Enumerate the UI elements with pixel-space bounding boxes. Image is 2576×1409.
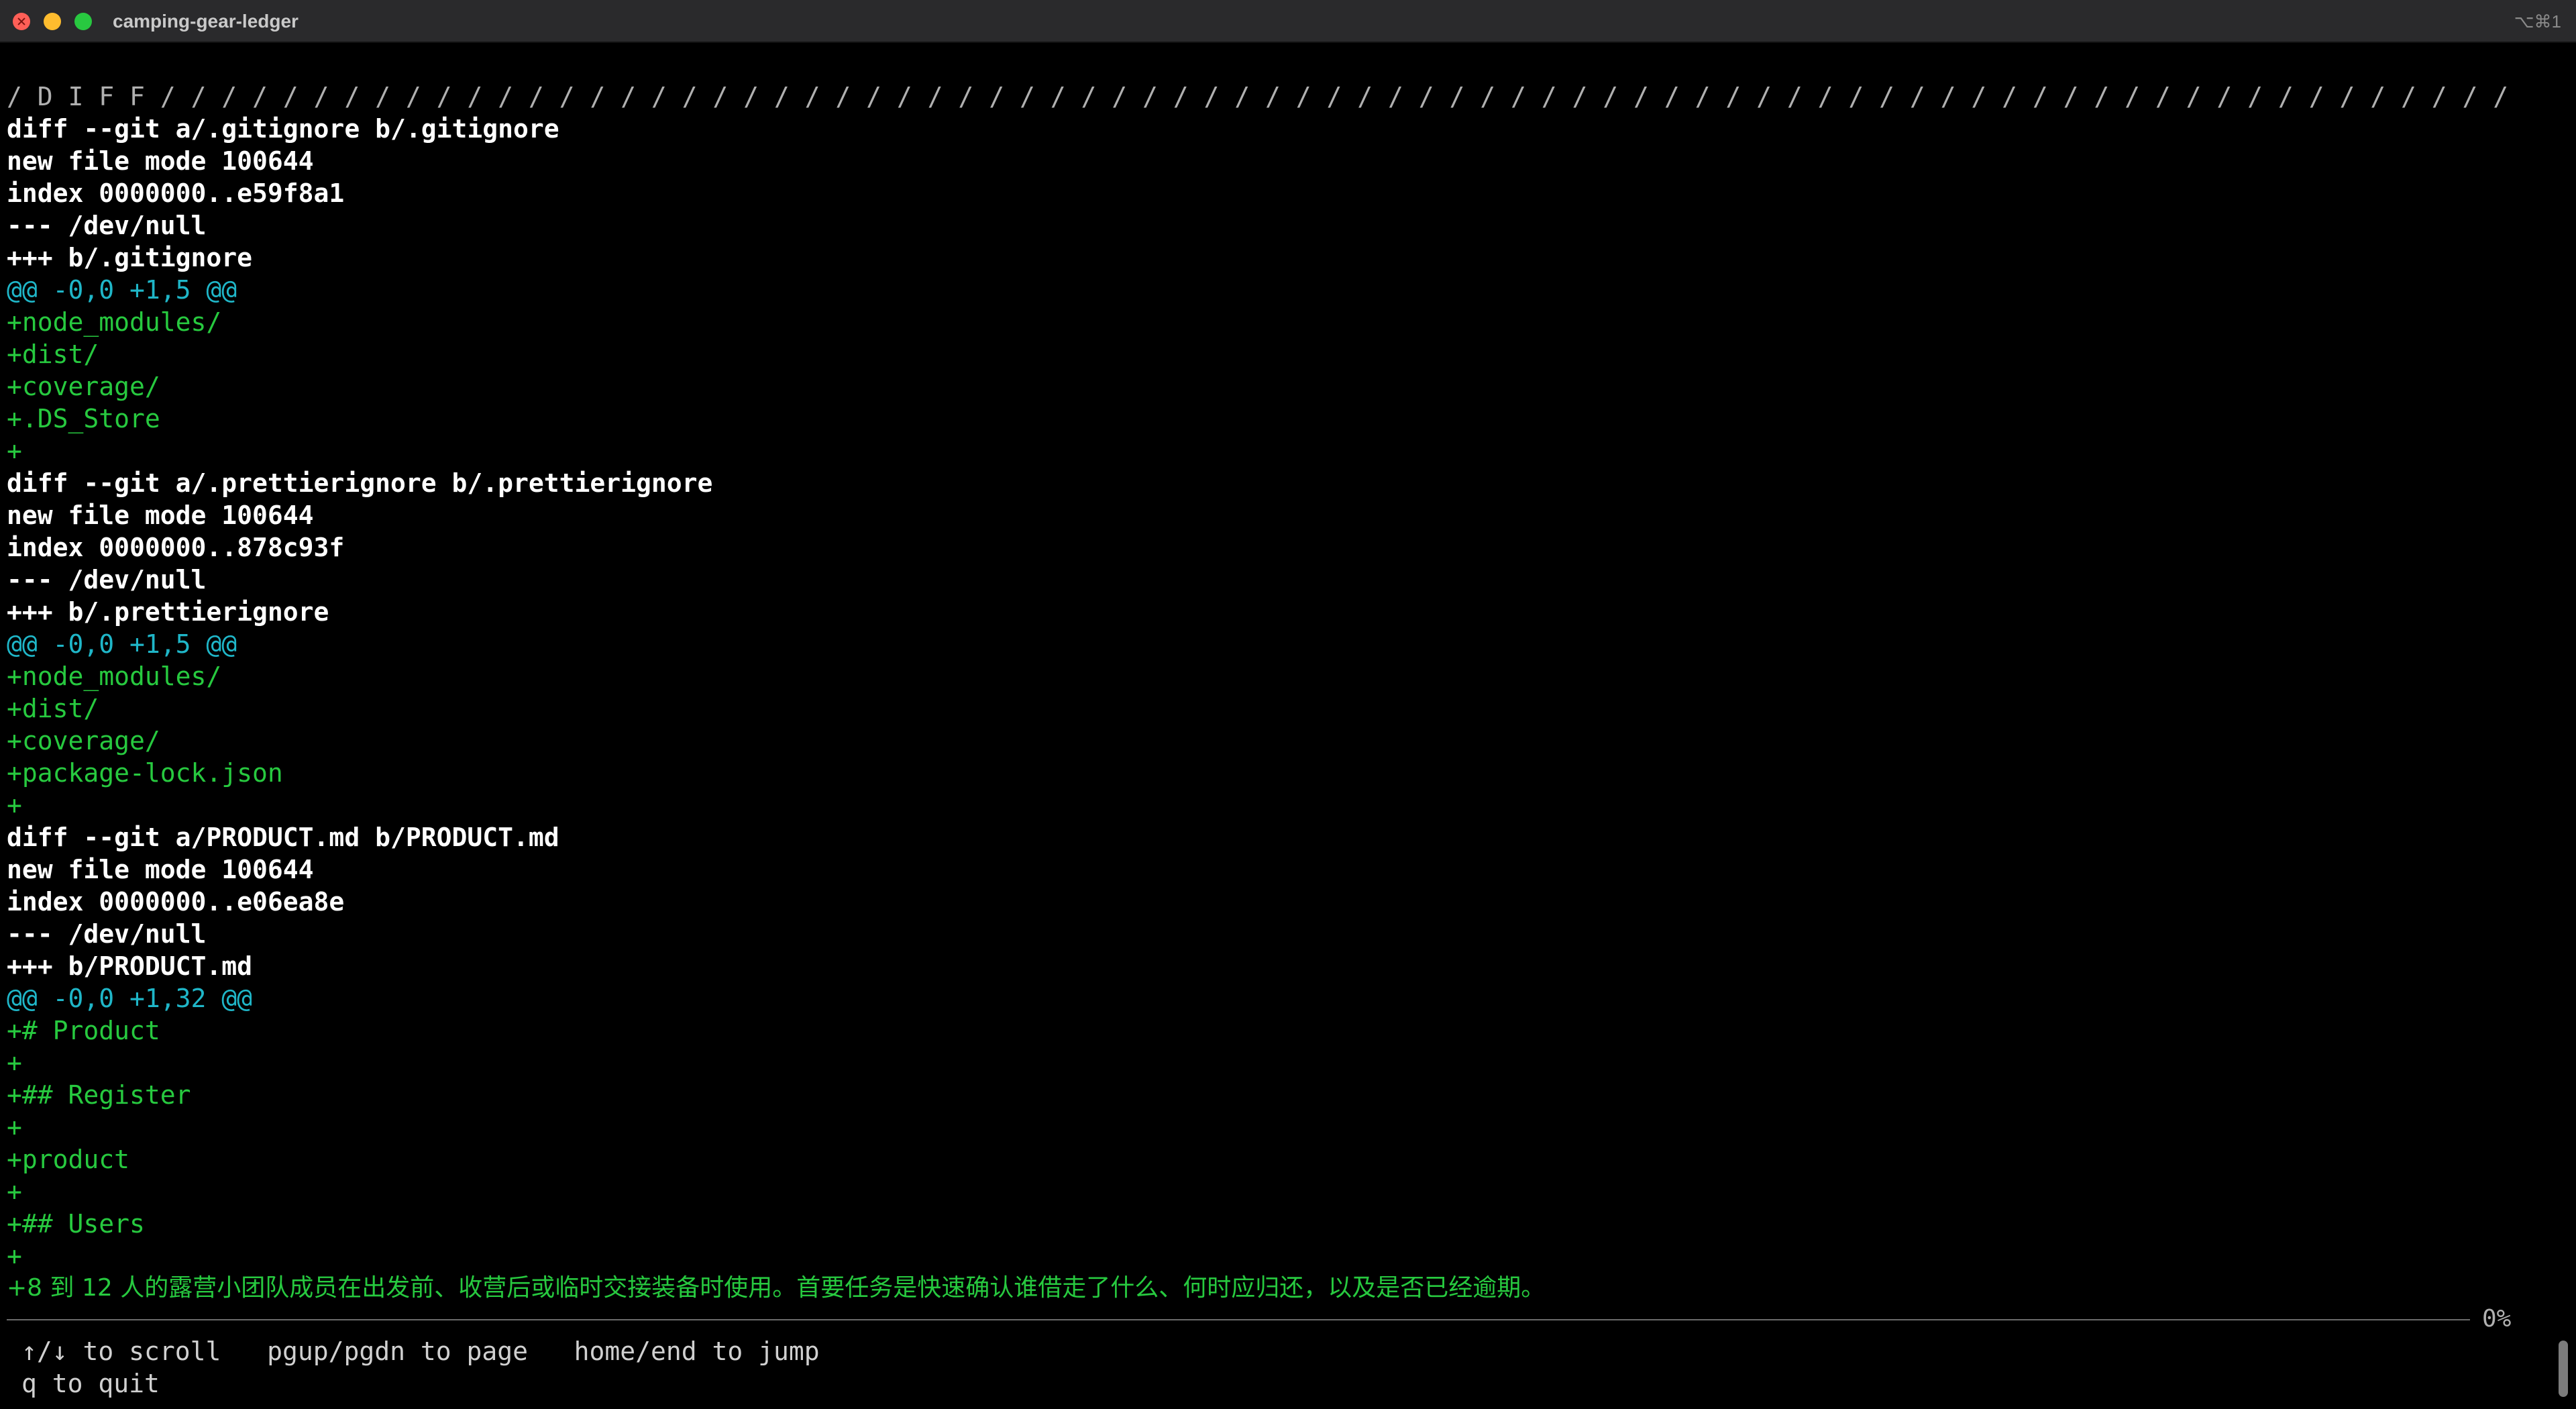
diff-header-line: index 0000000..e59f8a1 [7, 178, 345, 208]
diff-header-line: diff --git a/PRODUCT.md b/PRODUCT.md [7, 823, 559, 852]
diff-added-line: +coverage/ [7, 726, 160, 755]
diff-added-line: +## Register [7, 1080, 191, 1110]
scrollbar-thumb[interactable] [2559, 1341, 2568, 1397]
diff-header-line: index 0000000..e06ea8e [7, 887, 345, 917]
scroll-percent: 0% [2482, 1305, 2512, 1333]
diff-header-line: index 0000000..878c93f [7, 533, 345, 562]
diff-hunk-line: @@ -0,0 +1,5 @@ [7, 629, 237, 659]
window-shortcut: ⌥⌘1 [2514, 11, 2561, 32]
diff-added-line: + [7, 1112, 22, 1142]
diff-added-line: +node_modules/ [7, 662, 222, 691]
diff-hunk-line: @@ -0,0 +1,5 @@ [7, 275, 237, 305]
diff-added-line: +8 到 12 人的露营小团队成员在出发前、收营后或临时交接装备时使用。首要任务… [7, 1274, 1546, 1302]
diff-added-line: + [7, 436, 22, 466]
diff-header-line: --- /dev/null [7, 565, 207, 594]
diff-added-line: +coverage/ [7, 372, 160, 401]
help-jump: home/end to jump [574, 1337, 820, 1366]
diff-added-line: +## Users [7, 1209, 145, 1239]
status-divider [7, 1319, 2470, 1320]
diff-header-line: +++ b/PRODUCT.md [7, 951, 253, 981]
window-title: camping-gear-ledger [113, 11, 299, 32]
help-page: pgup/pgdn to page [267, 1337, 528, 1366]
diff-added-line: + [7, 1177, 22, 1206]
diff-added-line: + [7, 1048, 22, 1078]
diff-added-line: +product [7, 1145, 130, 1174]
diff-added-line: +.DS_Store [7, 404, 160, 433]
help-scroll: ↑/↓ to scroll [21, 1337, 221, 1366]
diff-added-line: +# Product [7, 1016, 160, 1045]
help-line-quit: q to quit [21, 1367, 820, 1400]
terminal-window: camping-gear-ledger ⌥⌘1 / D I F F / / / … [0, 0, 2576, 1409]
diff-header-line: +++ b/.gitignore [7, 243, 253, 272]
diff-added-line: +package-lock.json [7, 758, 283, 788]
diff-added-line: +dist/ [7, 340, 99, 369]
minimize-window-button[interactable] [44, 13, 61, 30]
diff-added-line: +dist/ [7, 694, 99, 723]
diff-added-line: + [7, 790, 22, 820]
diff-header-line: new file mode 100644 [7, 855, 314, 884]
title-bar: camping-gear-ledger ⌥⌘1 [0, 0, 2576, 43]
diff-header-line: new file mode 100644 [7, 501, 314, 530]
diff-added-line: +node_modules/ [7, 307, 222, 337]
help-footer: ↑/↓ to scroll pgup/pgdn to page home/end… [21, 1335, 820, 1400]
diff-separator: / D I F F / / / / / / / / / / / / / / / … [7, 82, 2509, 111]
diff-header-line: --- /dev/null [7, 919, 207, 949]
close-window-button[interactable] [13, 13, 30, 30]
diff-added-line: + [7, 1241, 22, 1271]
diff-lines: diff --git a/.gitignore b/.gitignore new … [7, 113, 2516, 1304]
diff-pager-content: / D I F F / / / / / / / / / / / / / / / … [7, 81, 2516, 1304]
diff-hunk-line: @@ -0,0 +1,32 @@ [7, 984, 253, 1013]
scrollbar[interactable] [2555, 48, 2572, 1404]
diff-header-line: diff --git a/.gitignore b/.gitignore [7, 114, 559, 144]
help-quit: q to quit [21, 1369, 160, 1398]
diff-header-line: --- /dev/null [7, 211, 207, 240]
maximize-window-button[interactable] [74, 13, 92, 30]
diff-header-line: diff --git a/.prettierignore b/.prettier… [7, 468, 713, 498]
help-line-navigation: ↑/↓ to scroll pgup/pgdn to page home/end… [21, 1335, 820, 1367]
diff-header-line: new file mode 100644 [7, 146, 314, 176]
diff-header-line: +++ b/.prettierignore [7, 597, 329, 627]
